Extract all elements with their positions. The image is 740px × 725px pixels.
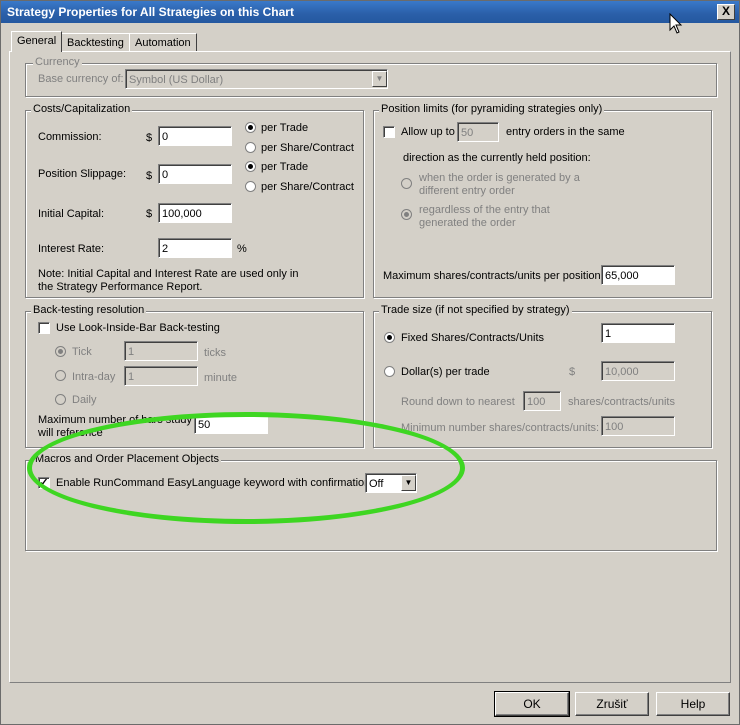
allow-up-to-label: Allow up to xyxy=(401,126,455,138)
window-title: Strategy Properties for All Strategies o… xyxy=(7,5,294,19)
commission-per-share-radio[interactable] xyxy=(245,142,256,153)
fixed-shares-label: Fixed Shares/Contracts/Units xyxy=(401,332,545,344)
tab-backtesting[interactable]: Backtesting xyxy=(61,33,130,52)
look-inside-bar-checkbox[interactable] xyxy=(38,322,50,334)
slippage-input[interactable]: 0 xyxy=(158,164,232,184)
base-currency-label: Base currency of: xyxy=(38,73,124,85)
look-inside-bar-label: Use Look-Inside-Bar Back-testing xyxy=(56,322,220,334)
intraday-input[interactable]: 1 xyxy=(124,366,198,386)
intraday-radio[interactable] xyxy=(55,370,66,381)
opt-regardless-line1: regardless of the entry that xyxy=(419,204,550,216)
entry-orders-label: entry orders in the same xyxy=(506,126,625,138)
daily-radio[interactable] xyxy=(55,394,66,405)
slippage-currency: $ xyxy=(146,170,153,182)
tick-label: Tick xyxy=(72,346,92,358)
fixed-shares-input[interactable]: 1 xyxy=(601,323,675,343)
dollars-per-trade-radio[interactable] xyxy=(384,366,395,377)
opt-different-entry-radio[interactable] xyxy=(401,178,412,189)
mouse-cursor-icon xyxy=(669,13,683,34)
round-down-input[interactable]: 100 xyxy=(523,391,561,411)
commission-label: Commission: xyxy=(38,131,102,143)
initial-capital-label: Initial Capital: xyxy=(38,208,105,220)
min-shares-input[interactable]: 100 xyxy=(601,416,675,436)
max-shares-input[interactable]: 65,000 xyxy=(601,265,675,285)
slippage-per-trade-label: per Trade xyxy=(261,161,309,173)
fixed-shares-radio[interactable] xyxy=(384,332,395,343)
help-button[interactable]: Help xyxy=(656,692,730,716)
costs-legend: Costs/Capitalization xyxy=(31,103,133,115)
opt-different-entry-line1: when the order is generated by a xyxy=(419,172,580,184)
initial-capital-currency: $ xyxy=(146,208,153,220)
interest-rate-label: Interest Rate: xyxy=(38,243,105,255)
slippage-per-share-radio[interactable] xyxy=(245,181,256,192)
initial-capital-input[interactable]: 100,000 xyxy=(158,203,232,223)
tick-input[interactable]: 1 xyxy=(124,341,198,361)
tab-general[interactable]: General xyxy=(11,31,63,52)
strategy-properties-dialog: Strategy Properties for All Strategies o… xyxy=(0,0,740,725)
daily-label: Daily xyxy=(72,394,97,406)
max-bars-input[interactable]: 50 xyxy=(194,414,268,434)
macros-legend: Macros and Order Placement Objects xyxy=(33,453,222,465)
round-down-label: Round down to nearest xyxy=(401,396,515,408)
intraday-label: Intra-day xyxy=(72,371,116,383)
commission-currency: $ xyxy=(146,132,153,144)
currency-legend: Currency xyxy=(33,56,82,68)
commission-per-trade-label: per Trade xyxy=(261,122,309,134)
enable-runcommand-label: Enable RunCommand EasyLanguage keyword w… xyxy=(56,477,371,489)
title-bar[interactable]: Strategy Properties for All Strategies o… xyxy=(1,1,739,23)
max-bars-label-line2: will reference xyxy=(38,427,103,439)
allow-up-to-input[interactable]: 50 xyxy=(457,122,499,142)
dollars-currency: $ xyxy=(569,366,576,378)
opt-regardless-radio[interactable] xyxy=(401,209,412,220)
costs-note-line1: Note: Initial Capital and Interest Rate … xyxy=(38,268,299,280)
slippage-label: Position Slippage: xyxy=(38,168,127,180)
min-shares-label: Minimum number shares/contracts/units: xyxy=(401,422,600,434)
allow-up-to-checkbox[interactable] xyxy=(383,126,395,138)
close-button[interactable]: X xyxy=(717,4,735,20)
commission-input[interactable]: 0 xyxy=(158,126,232,146)
chevron-down-icon[interactable]: ▼ xyxy=(401,475,416,491)
commission-per-share-label: per Share/Contract xyxy=(261,142,354,154)
base-currency-value: Symbol (US Dollar) xyxy=(129,74,224,86)
interest-rate-unit: % xyxy=(237,243,247,255)
tab-automation[interactable]: Automation xyxy=(129,33,197,52)
direction-label: direction as the currently held position… xyxy=(403,152,591,164)
position-limits-legend: Position limits (for pyramiding strategi… xyxy=(379,103,605,115)
interest-rate-input[interactable]: 2 xyxy=(158,238,232,258)
ok-button[interactable]: OK xyxy=(494,691,570,717)
enable-runcommand-checkbox[interactable]: ✓ xyxy=(38,477,50,489)
cancel-button[interactable]: Zrušiť xyxy=(575,692,649,716)
ticks-unit: ticks xyxy=(204,347,226,359)
commission-per-trade-radio[interactable] xyxy=(245,122,256,133)
slippage-per-share-label: per Share/Contract xyxy=(261,181,354,193)
opt-regardless-line2: generated the order xyxy=(419,217,516,229)
base-currency-select[interactable]: Symbol (US Dollar) xyxy=(125,69,388,89)
slippage-per-trade-radio[interactable] xyxy=(245,161,256,172)
minute-unit: minute xyxy=(204,372,238,384)
backtesting-resolution-legend: Back-testing resolution xyxy=(31,304,147,316)
trade-size-legend: Trade size (if not specified by strategy… xyxy=(379,304,572,316)
runcommand-select-value: Off xyxy=(369,478,384,490)
dollars-per-trade-input[interactable]: 10,000 xyxy=(601,361,675,381)
costs-note-line2: the Strategy Performance Report. xyxy=(38,281,203,293)
chevron-down-icon[interactable]: ▼ xyxy=(372,71,387,87)
max-bars-label-line1: Maximum number of bars study xyxy=(38,414,193,426)
tick-radio[interactable] xyxy=(55,346,66,357)
max-shares-label: Maximum shares/contracts/units per posit… xyxy=(383,270,601,282)
dollars-per-trade-label: Dollar(s) per trade xyxy=(401,366,490,378)
round-down-unit: shares/contracts/units xyxy=(568,396,675,408)
opt-different-entry-line2: different entry order xyxy=(419,185,515,197)
